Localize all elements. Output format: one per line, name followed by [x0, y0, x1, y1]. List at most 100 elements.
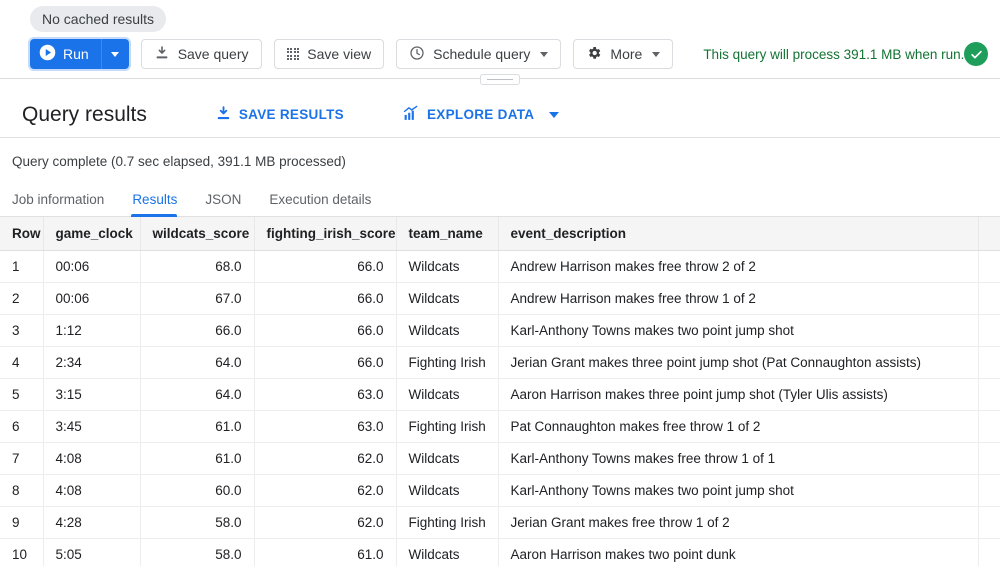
chevron-down-icon	[652, 51, 661, 57]
panel-resize-splitter[interactable]	[0, 74, 1000, 92]
cell-wildcats-score: 66.0	[140, 314, 255, 347]
column-header-row[interactable]: Row	[0, 217, 44, 251]
tab-json[interactable]: JSON	[205, 192, 255, 216]
table-row[interactable]: 6 3:45 61.0 63.0 Fighting Irish Pat Connaught…	[0, 410, 1000, 443]
cell-event-description: Jerian Grant makes free throw 1 of 2	[498, 506, 979, 539]
bar-chart-icon	[402, 105, 420, 125]
cell-team-name: Wildcats	[396, 538, 499, 566]
row-number: 9	[0, 506, 44, 539]
chevron-down-icon	[111, 51, 120, 57]
table-row[interactable]: 4 2:34 64.0 66.0 Fighting Irish Jerian Grant …	[0, 346, 1000, 379]
query-process-message: This query will process 391.1 MB when ru…	[703, 46, 965, 62]
column-header-game-clock[interactable]: game_clock	[43, 217, 141, 251]
cell-fighting-irish-score: 62.0	[254, 474, 397, 507]
cell-wildcats-score: 67.0	[140, 282, 255, 315]
cell-overflow	[978, 538, 1000, 566]
cell-event-description: Pat Connaughton makes free throw 1 of 2	[498, 410, 979, 443]
table-row[interactable]: 2 00:06 67.0 66.0 Wildcats Andrew Harrison ma…	[0, 282, 1000, 315]
resize-handle[interactable]	[480, 74, 520, 85]
run-button[interactable]: Run	[30, 39, 101, 69]
cell-fighting-irish-score: 61.0	[254, 538, 397, 566]
table-row[interactable]: 1 00:06 68.0 66.0 Wildcats Andrew Harrison ma…	[0, 250, 1000, 283]
play-icon	[39, 44, 56, 64]
cell-team-name: Wildcats	[396, 378, 499, 411]
cell-fighting-irish-score: 66.0	[254, 250, 397, 283]
row-number: 7	[0, 442, 44, 475]
cell-game-clock: 5:05	[43, 538, 141, 566]
chevron-down-icon	[540, 51, 549, 57]
save-view-button[interactable]: Save view	[273, 39, 385, 69]
query-status-text: Query complete (0.7 sec elapsed, 391.1 M…	[12, 154, 346, 169]
run-dropdown-button[interactable]	[100, 39, 129, 69]
row-number: 4	[0, 346, 44, 379]
row-number: 2	[0, 282, 44, 315]
table-row[interactable]: 7 4:08 61.0 62.0 Wildcats Karl-Anthony Towns …	[0, 442, 1000, 475]
schedule-query-label: Schedule query	[433, 46, 531, 62]
cell-fighting-irish-score: 63.0	[254, 378, 397, 411]
column-header-event-description[interactable]: event_description	[498, 217, 979, 251]
row-number: 5	[0, 378, 44, 411]
cell-overflow	[978, 346, 1000, 379]
row-number: 3	[0, 314, 44, 347]
cell-wildcats-score: 61.0	[140, 442, 255, 475]
cached-results-chip-row: No cached results	[0, 0, 1000, 34]
table-row[interactable]: 5 3:15 64.0 63.0 Wildcats Aaron Harrison make…	[0, 378, 1000, 411]
cell-fighting-irish-score: 62.0	[254, 442, 397, 475]
save-query-button[interactable]: Save query	[140, 39, 262, 69]
more-button[interactable]: More	[573, 39, 674, 69]
tab-job-information[interactable]: Job information	[12, 192, 118, 216]
run-button-label: Run	[63, 46, 89, 62]
row-number: 6	[0, 410, 44, 443]
chevron-down-icon	[549, 111, 560, 118]
cell-event-description: Jerian Grant makes three point jump shot…	[498, 346, 979, 379]
cell-game-clock: 00:06	[43, 250, 141, 283]
download-icon	[215, 105, 232, 125]
table-row[interactable]: 10 5:05 58.0 61.0 Wildcats Aaron Harrison mak…	[0, 538, 1000, 566]
cell-team-name: Wildcats	[396, 314, 499, 347]
grid-dots-icon	[286, 47, 300, 61]
save-view-label: Save view	[307, 46, 372, 62]
cell-team-name: Wildcats	[396, 250, 499, 283]
cell-game-clock: 00:06	[43, 282, 141, 315]
save-results-button[interactable]: SAVE RESULTS	[209, 104, 350, 126]
cell-game-clock: 4:08	[43, 474, 141, 507]
column-header-fighting-irish-score[interactable]: fighting_irish_score	[254, 217, 397, 251]
cell-game-clock: 1:12	[43, 314, 141, 347]
cell-wildcats-score: 64.0	[140, 378, 255, 411]
query-toolbar: Run Save query Save view Schedule query …	[0, 34, 1000, 74]
cell-game-clock: 3:15	[43, 378, 141, 411]
cell-fighting-irish-score: 66.0	[254, 282, 397, 315]
explore-data-button[interactable]: EXPLORE DATA	[396, 104, 565, 126]
run-split-button[interactable]: Run	[30, 39, 129, 69]
results-tab-bar: Job information Results JSON Execution d…	[0, 183, 1000, 217]
save-query-label: Save query	[177, 46, 249, 62]
cell-wildcats-score: 68.0	[140, 250, 255, 283]
cell-event-description: Andrew Harrison makes free throw 1 of 2	[498, 282, 979, 315]
tab-results[interactable]: Results	[131, 192, 191, 217]
cell-overflow	[978, 506, 1000, 539]
row-number: 10	[0, 538, 44, 566]
cell-event-description: Aaron Harrison makes three point jump sh…	[498, 378, 979, 411]
cell-overflow	[978, 250, 1000, 283]
column-header-team-name[interactable]: team_name	[396, 217, 499, 251]
row-number: 1	[0, 250, 44, 283]
column-header-wildcats-score[interactable]: wildcats_score	[140, 217, 255, 251]
cell-overflow	[978, 378, 1000, 411]
cell-game-clock: 3:45	[43, 410, 141, 443]
cell-fighting-irish-score: 63.0	[254, 410, 397, 443]
page-title: Query results	[22, 102, 147, 126]
save-results-label: SAVE RESULTS	[238, 107, 344, 122]
table-row[interactable]: 3 1:12 66.0 66.0 Wildcats Karl-Anthony Towns …	[0, 314, 1000, 347]
tab-execution-details[interactable]: Execution details	[269, 192, 385, 216]
table-row[interactable]: 9 4:28 58.0 62.0 Fighting Irish Jerian Grant …	[0, 506, 1000, 539]
cell-overflow	[978, 282, 1000, 315]
cell-fighting-irish-score: 66.0	[254, 346, 397, 379]
results-table: Row game_clock wildcats_score fighting_i…	[0, 217, 1000, 566]
schedule-query-button[interactable]: Schedule query	[396, 39, 562, 69]
cell-event-description: Andrew Harrison makes free throw 2 of 2	[498, 250, 979, 283]
table-row[interactable]: 8 4:08 60.0 62.0 Wildcats Karl-Anthony Towns …	[0, 474, 1000, 507]
cell-overflow	[978, 474, 1000, 507]
cell-team-name: Fighting Irish	[396, 506, 499, 539]
results-table-container[interactable]: Row game_clock wildcats_score fighting_i…	[0, 217, 1000, 566]
save-download-icon	[154, 45, 170, 64]
